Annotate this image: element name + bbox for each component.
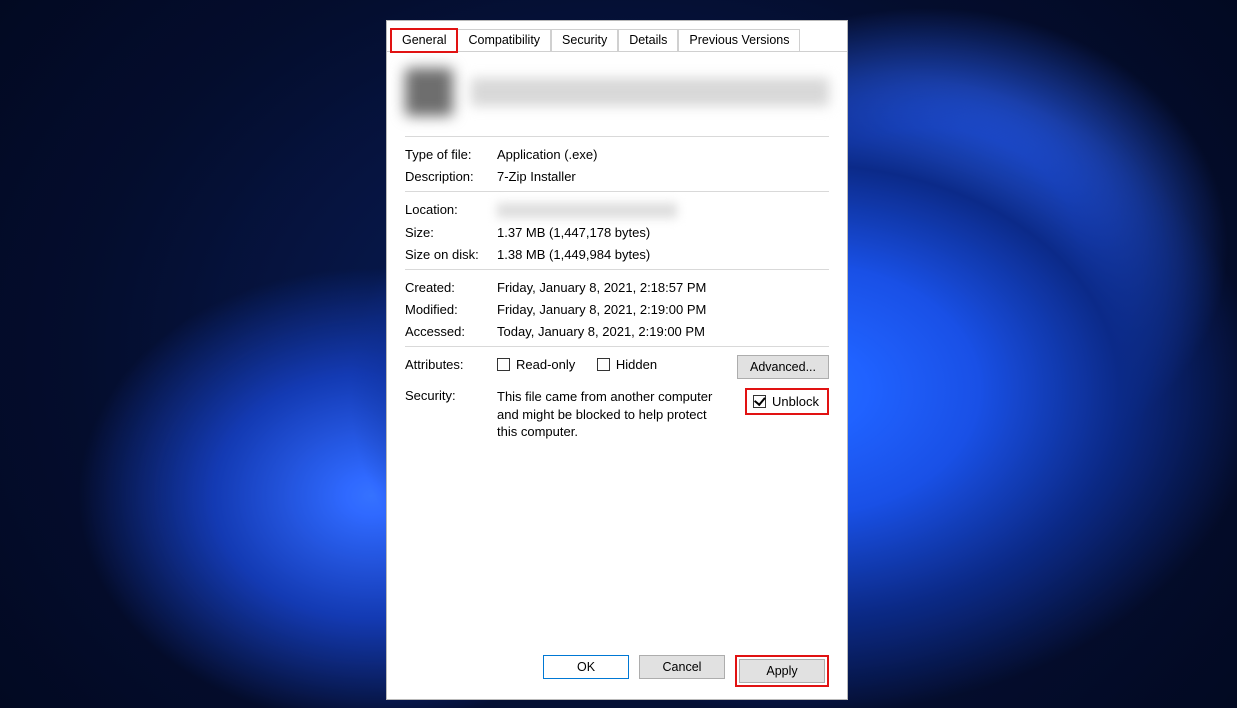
tab-details[interactable]: Details — [618, 29, 678, 51]
file-name-input[interactable] — [471, 78, 829, 106]
tab-compatibility[interactable]: Compatibility — [457, 29, 551, 51]
label-description: Description: — [405, 169, 497, 184]
label-created: Created: — [405, 280, 497, 295]
tab-general[interactable]: General — [391, 29, 457, 52]
label-security: Security: — [405, 388, 497, 403]
apply-button[interactable]: Apply — [739, 659, 825, 683]
separator — [405, 191, 829, 192]
checkbox-unblock-label: Unblock — [772, 394, 819, 409]
advanced-button[interactable]: Advanced... — [737, 355, 829, 379]
value-location — [497, 202, 829, 218]
checkbox-icon — [597, 358, 610, 371]
separator — [405, 346, 829, 347]
apply-highlight: Apply — [735, 655, 829, 687]
value-size-on-disk: 1.38 MB (1,449,984 bytes) — [497, 247, 829, 262]
ok-button[interactable]: OK — [543, 655, 629, 679]
security-text: This file came from another computer and… — [497, 388, 717, 441]
tab-security[interactable]: Security — [551, 29, 618, 51]
tab-content-general: Type of file: Application (.exe) Descrip… — [387, 52, 847, 441]
checkbox-unblock[interactable]: Unblock — [753, 394, 819, 409]
separator — [405, 269, 829, 270]
label-location: Location: — [405, 202, 497, 217]
separator — [405, 136, 829, 137]
label-modified: Modified: — [405, 302, 497, 317]
checkbox-hidden[interactable]: Hidden — [597, 357, 657, 372]
value-description: 7-Zip Installer — [497, 169, 829, 184]
checkbox-readonly-label: Read-only — [516, 357, 575, 372]
value-modified: Friday, January 8, 2021, 2:19:00 PM — [497, 302, 829, 317]
file-icon — [405, 68, 453, 116]
checkbox-checked-icon — [753, 395, 766, 408]
cancel-button[interactable]: Cancel — [639, 655, 725, 679]
value-type-of-file: Application (.exe) — [497, 147, 829, 162]
tab-strip: General Compatibility Security Details P… — [387, 21, 847, 52]
properties-dialog: General Compatibility Security Details P… — [386, 20, 848, 700]
value-created: Friday, January 8, 2021, 2:18:57 PM — [497, 280, 829, 295]
label-accessed: Accessed: — [405, 324, 497, 339]
dialog-footer: OK Cancel Apply — [387, 655, 847, 687]
checkbox-icon — [497, 358, 510, 371]
label-size-on-disk: Size on disk: — [405, 247, 497, 262]
checkbox-hidden-label: Hidden — [616, 357, 657, 372]
label-type-of-file: Type of file: — [405, 147, 497, 162]
label-size: Size: — [405, 225, 497, 240]
value-accessed: Today, January 8, 2021, 2:19:00 PM — [497, 324, 829, 339]
unblock-highlight: Unblock — [745, 388, 829, 415]
value-size: 1.37 MB (1,447,178 bytes) — [497, 225, 829, 240]
tab-previous-versions[interactable]: Previous Versions — [678, 29, 800, 51]
label-attributes: Attributes: — [405, 357, 497, 372]
file-header — [405, 62, 829, 134]
checkbox-readonly[interactable]: Read-only — [497, 357, 575, 372]
